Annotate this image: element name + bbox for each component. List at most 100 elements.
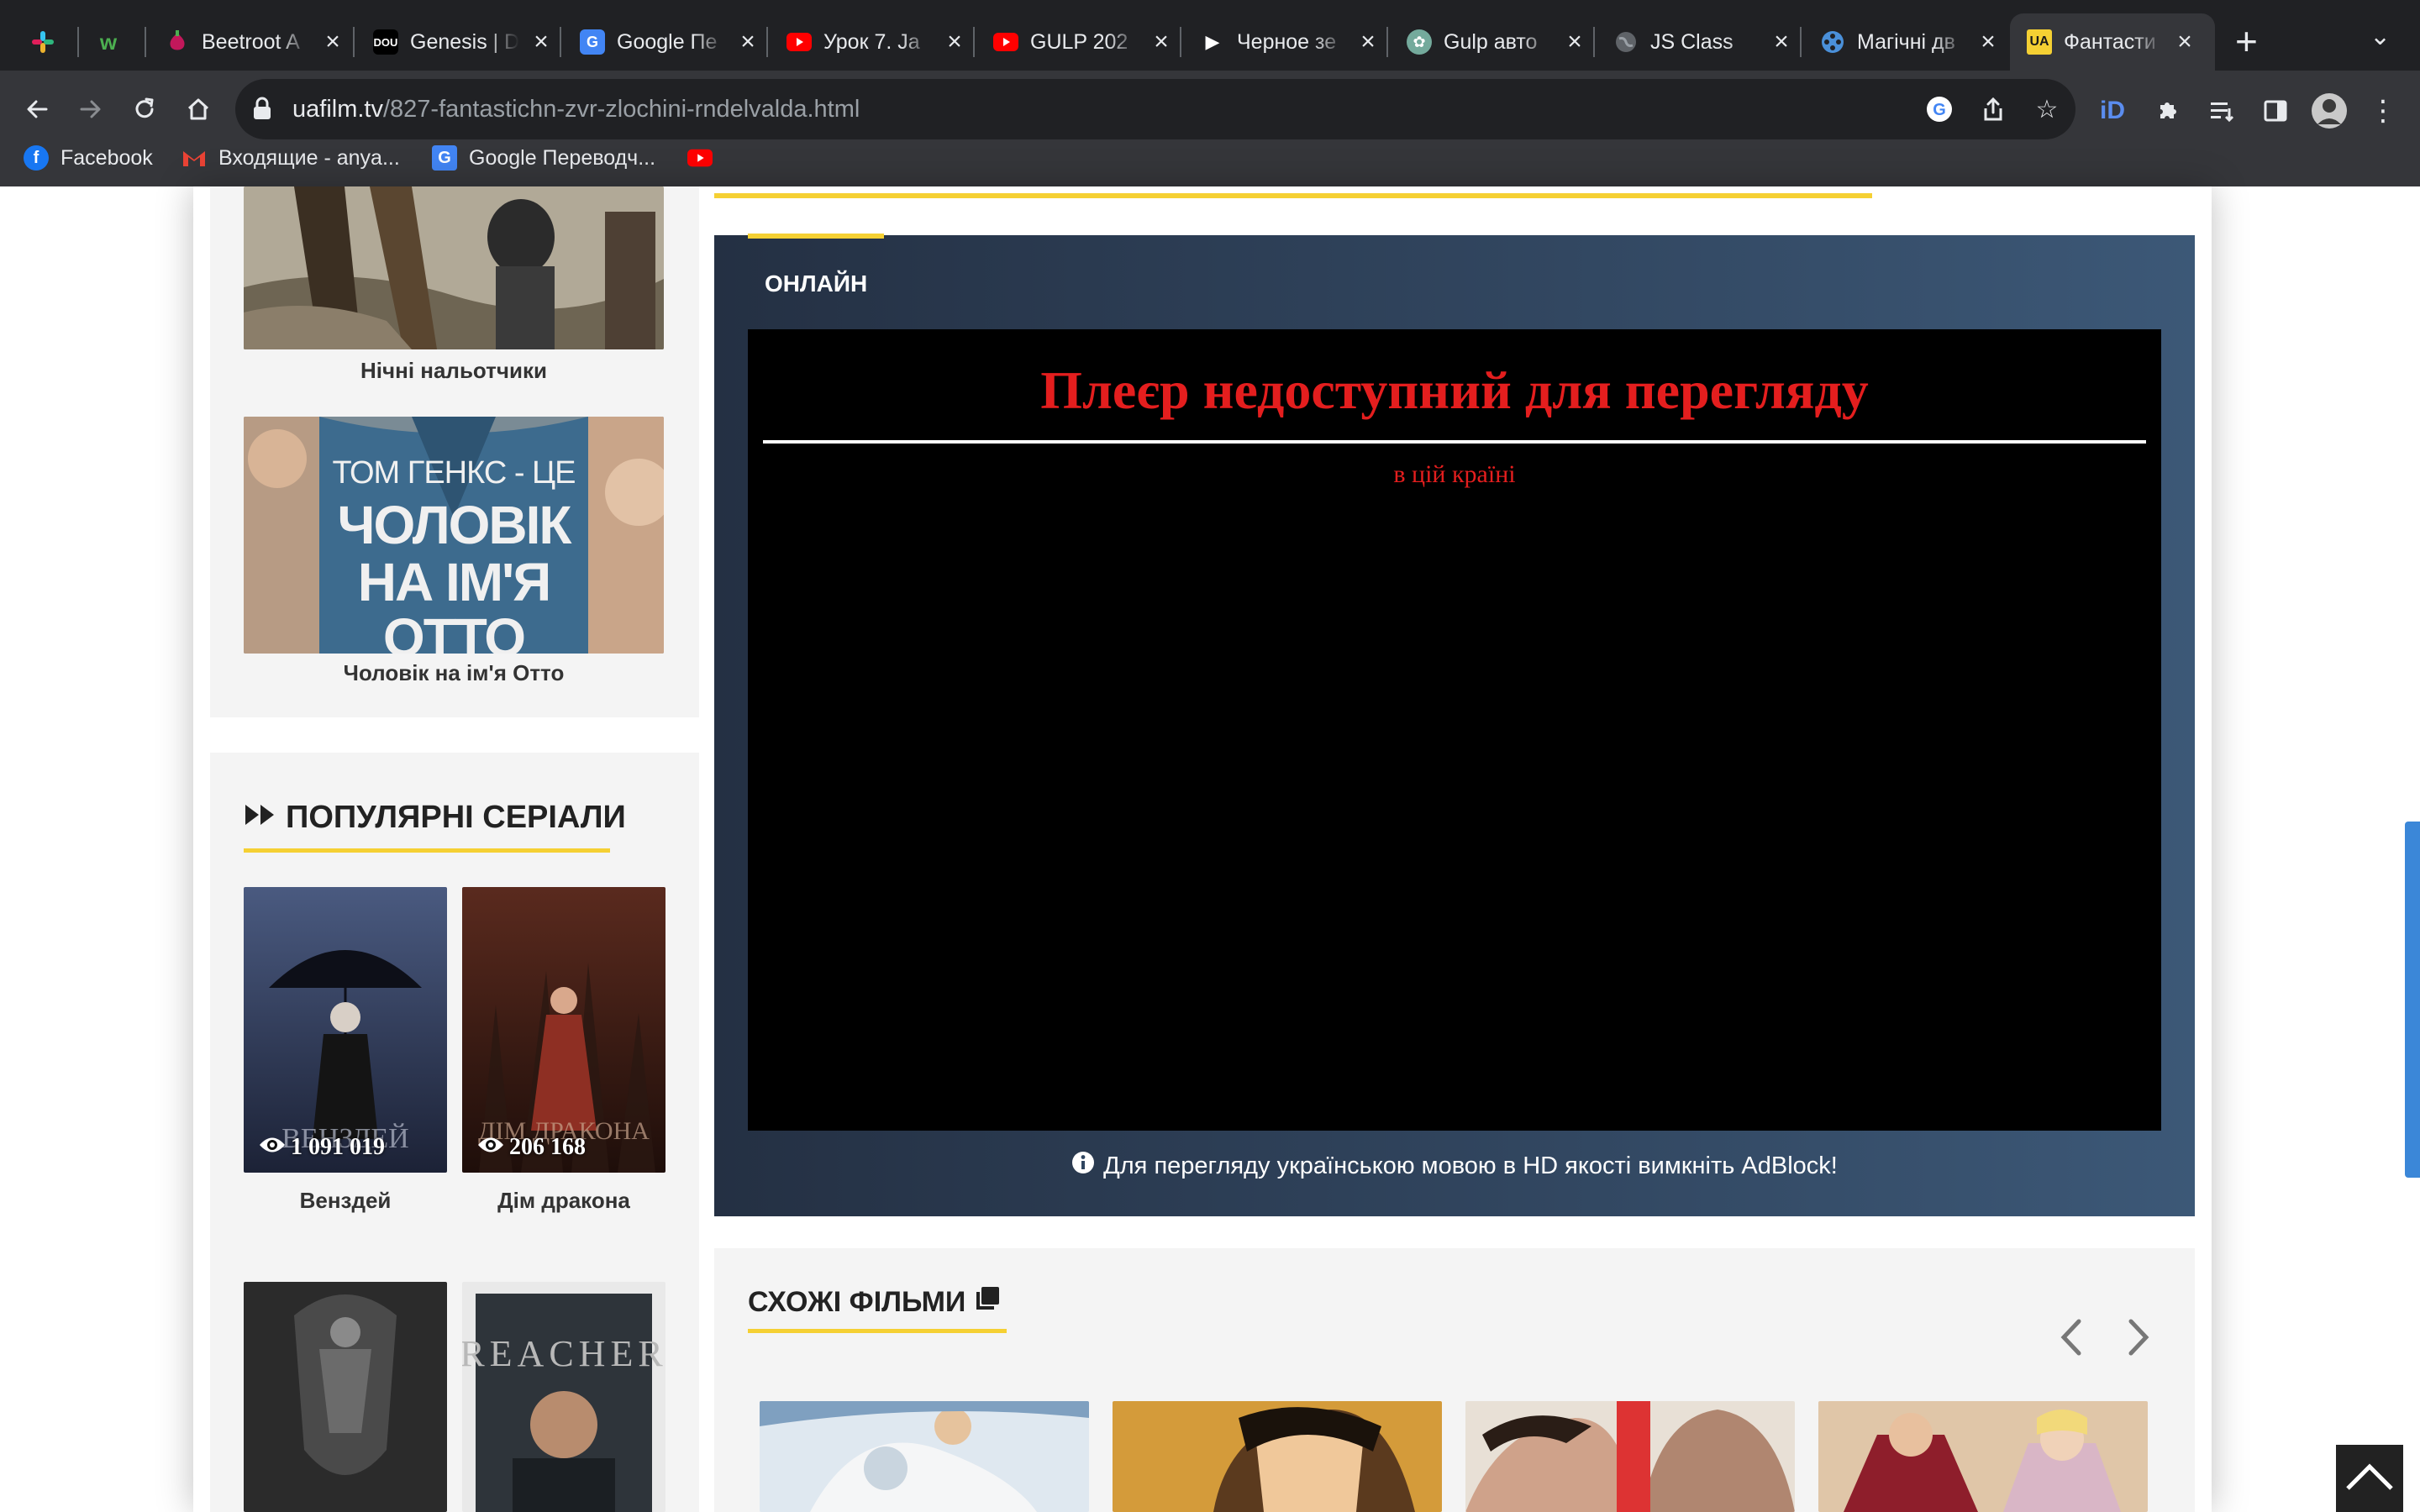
poster-venzdei[interactable]: ВЕНЗДЕЙ 1 091 019 (244, 887, 447, 1173)
adblock-notice: Для перегляду українською мовою в HD яко… (714, 1151, 2195, 1181)
eye-icon (477, 1134, 504, 1161)
player-unavailable-title: Плеєр недоступний для перегляду (1040, 360, 1869, 420)
popular-series-title: ПОПУЛЯРНІ СЕРІАЛИ (244, 800, 626, 836)
tab-beetroot[interactable]: Beetroot A × (165, 13, 345, 71)
eye-icon (259, 1134, 286, 1161)
tab-js-class[interactable]: JS Class × (1613, 13, 1793, 71)
new-tab-plus-icon[interactable]: + (2235, 18, 2258, 64)
poster-text: REACHER (462, 1333, 666, 1374)
poster-dim-drakona[interactable]: ДІМ ДРАКОНА 206 168 (462, 887, 666, 1173)
url-text[interactable]: uafilm.tv/827-fantastichn-zvr-zlochini-r… (292, 96, 860, 123)
tab-title: Фантасти (2064, 29, 2156, 54)
star-bookmark-icon[interactable]: ☆ (2025, 87, 2069, 131)
tab-chornoe-zerkalo[interactable]: ▶ Черное зе × (1200, 13, 1380, 71)
player-tab-indicator (748, 234, 884, 239)
series-caption[interactable]: Дім дракона (462, 1188, 666, 1214)
uafilm-icon: UA (2027, 29, 2052, 55)
series-caption[interactable]: Венздей (244, 1188, 447, 1214)
reload-icon[interactable] (121, 86, 168, 133)
svg-text:G: G (1933, 101, 1946, 119)
copy-stack-icon (974, 1285, 1001, 1320)
scroll-to-top-button[interactable] (2336, 1445, 2403, 1512)
views-counter: 206 168 (477, 1134, 586, 1161)
avatar[interactable] (2306, 87, 2353, 134)
home-icon[interactable] (175, 86, 222, 133)
close-icon[interactable]: × (529, 28, 553, 56)
tab-gulp-avto[interactable]: ✿ Gulp авто × (1407, 13, 1586, 71)
tab-gulp-2022[interactable]: GULP 202 × (993, 13, 1173, 71)
url-host: uafilm.tv (292, 96, 383, 123)
carousel-prev-chevron-icon[interactable] (2050, 1312, 2092, 1362)
forward-arrow-icon[interactable] (67, 86, 114, 133)
poster-reacher[interactable]: REACHER (462, 1282, 666, 1512)
tab-google-translate[interactable]: G Google Пе × (580, 13, 760, 71)
film-caption[interactable]: Нічні нальотчики (244, 358, 664, 384)
slack-icon (30, 29, 55, 55)
close-icon[interactable]: × (1770, 28, 1793, 56)
tab-fantastychni-zviri[interactable]: UA Фантасти × (2010, 13, 2215, 71)
similar-poster-4[interactable] (1818, 1401, 2148, 1512)
film-caption[interactable]: Чоловік на ім'я Отто (244, 660, 664, 686)
close-icon[interactable]: × (2173, 28, 2196, 56)
chatgpt-icon: ✿ (1407, 29, 1432, 55)
views-count: 1 091 019 (291, 1134, 385, 1160)
tab-slack[interactable] (30, 13, 67, 71)
right-edge-scroll-indicator[interactable] (2405, 822, 2420, 1178)
tab-w[interactable]: w (96, 13, 133, 71)
puzzle-extensions-icon[interactable] (2144, 87, 2191, 134)
poster-nichni-nalotchyky[interactable] (244, 186, 664, 349)
tab-title: JS Class (1650, 29, 1733, 54)
carousel-next-chevron-icon[interactable] (2118, 1312, 2160, 1362)
video-player[interactable]: Плеєр недоступний для перегляду в цій кр… (748, 329, 2161, 1131)
tab-title: Черное зе (1237, 29, 1337, 54)
similar-poster-1[interactable] (760, 1401, 1089, 1512)
player-divider (763, 440, 2146, 444)
back-arrow-icon[interactable] (13, 86, 60, 133)
browser-toolbar: uafilm.tv/827-fantastichn-zvr-zlochini-r… (0, 71, 2420, 202)
close-icon[interactable]: × (736, 28, 760, 56)
close-icon[interactable]: × (1976, 28, 2000, 56)
close-icon[interactable]: × (321, 28, 345, 56)
bookmark-label: Google Переводч... (469, 145, 656, 170)
tab-magichni-dveri[interactable]: Магічні дв × (1820, 13, 2000, 71)
similar-films-title: СХОЖІ ФІЛЬМИ (748, 1285, 1001, 1320)
bookmark-label: Входящие - anya... (218, 145, 400, 170)
close-icon[interactable]: × (1563, 28, 1586, 56)
reading-list-icon[interactable] (2198, 87, 2245, 134)
youtube-icon (993, 29, 1018, 55)
section-underline (748, 1329, 1007, 1333)
fast-forward-icon (244, 800, 277, 836)
id-extension-icon[interactable]: iD (2089, 87, 2136, 134)
play-icon: ▶ (1205, 31, 1220, 52)
similar-poster-3[interactable] (1465, 1401, 1795, 1512)
bookmark-youtube[interactable] (687, 139, 724, 176)
tab-title: Beetroot A (202, 29, 300, 54)
tab-urok-7[interactable]: Урок 7. Ja × (786, 13, 966, 71)
bookmark-label: Facebook (60, 145, 153, 170)
youtube-icon (687, 145, 713, 171)
poster-cholovik-na-imia-otto[interactable]: ТОМ ГЕНКС - ЦЕ ЧОЛОВІК НА ІМ'Я ОТТО (244, 417, 664, 654)
bookmark-google-translate[interactable]: G Google Переводч... (432, 139, 655, 176)
lock-icon[interactable] (252, 96, 274, 123)
close-icon[interactable]: × (1356, 28, 1380, 56)
section-underline (244, 848, 610, 853)
youtube-icon (786, 29, 812, 55)
gmail-icon (182, 145, 207, 171)
tab-title: GULP 202 (1030, 29, 1128, 54)
bookmark-gmail[interactable]: Входящие - anya... (182, 139, 400, 176)
close-icon[interactable]: × (943, 28, 966, 56)
bookmark-facebook[interactable]: f Facebook (24, 139, 153, 176)
poster-text: ОТТО (382, 607, 526, 654)
tab-title: Магічні дв (1857, 29, 1955, 54)
poster-series-3[interactable] (244, 1282, 447, 1512)
share-icon[interactable] (1971, 87, 2015, 131)
side-panel-icon[interactable] (2252, 87, 2299, 134)
tab-genesis[interactable]: DOU Genesis | D × (373, 13, 553, 71)
more-menu-icon[interactable]: ⋮ (2360, 87, 2407, 134)
similar-poster-2[interactable] (1113, 1401, 1442, 1512)
player-unavailable-subtitle: в цій країні (1393, 460, 1516, 488)
tab-search-chevron-icon[interactable]: ⌄ (2370, 22, 2391, 51)
google-lens-icon[interactable]: G (1918, 87, 1961, 131)
close-icon[interactable]: × (1150, 28, 1173, 56)
tab-online[interactable]: ОНЛАЙН (765, 270, 867, 297)
